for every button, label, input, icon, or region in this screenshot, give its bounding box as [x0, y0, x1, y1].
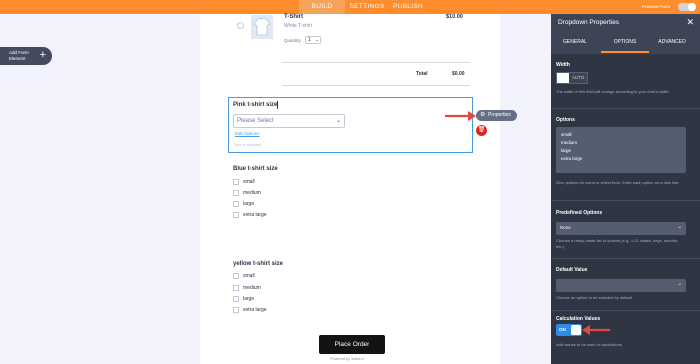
option-label: extra large	[243, 212, 267, 218]
checkbox[interactable]	[233, 190, 239, 196]
option-label: large	[243, 201, 255, 207]
product-price: $10.00	[446, 14, 463, 20]
sublabel-placeholder[interactable]: Type a sublabel	[233, 142, 261, 147]
options-description: Give options for users to select from. E…	[556, 180, 680, 185]
place-order-button[interactable]: Place Order	[319, 335, 385, 354]
options-textarea[interactable]: small medium large extra large	[556, 127, 686, 173]
width-auto-toggle[interactable]: AUTO	[556, 72, 588, 84]
divider	[282, 62, 470, 63]
chevron-down-icon: ⌄	[315, 37, 319, 42]
text-cursor	[277, 101, 278, 109]
quantity-value: 1	[308, 37, 311, 43]
left-workspace: Add Form Element +	[0, 14, 60, 364]
tab-settings[interactable]: SETTINGS	[345, 0, 389, 14]
tshirt-product-image	[251, 15, 273, 39]
properties-button[interactable]: ⚙ Properties	[476, 110, 517, 121]
divider	[551, 108, 700, 109]
preview-form-toggle[interactable]	[678, 3, 696, 11]
toggle-knob	[557, 73, 569, 83]
checkbox[interactable]	[233, 285, 239, 291]
option-line: medium	[561, 140, 578, 145]
panel-title: Dropdown Properties	[558, 19, 620, 26]
toggle-state: ON	[559, 327, 566, 332]
option-label: small	[243, 179, 255, 185]
width-description: The width of this field will change acco…	[556, 89, 670, 94]
product-subtitle: White T-shirt	[284, 23, 312, 29]
tab-general[interactable]: GENERAL	[563, 39, 587, 45]
trash-icon: 🗑	[477, 127, 486, 133]
plus-icon: +	[39, 49, 46, 61]
divider	[551, 310, 700, 311]
powered-by-text: Powered by Jotform	[330, 357, 364, 361]
calculation-values-title: Calculation Values	[556, 316, 601, 322]
active-tab-indicator	[601, 51, 649, 53]
option-line: extra large	[561, 156, 583, 161]
pink-field-label[interactable]: Pink t-shirt size	[233, 102, 277, 108]
panel-header: Dropdown Properties ✕	[551, 14, 700, 32]
option-label: small	[243, 273, 255, 279]
quantity-select[interactable]: 1 ⌄	[305, 36, 321, 44]
panel-tabs: GENERAL OPTIONS ADVANCED	[551, 32, 700, 54]
total-label: Total	[416, 71, 428, 77]
default-value-title: Default Value	[556, 267, 588, 273]
chevron-down-icon: ⌄	[677, 224, 682, 230]
yellow-field-label: yellow t-shirt size	[233, 261, 284, 267]
chevron-down-icon: ⌄	[335, 118, 341, 124]
default-value-description: Choose an option to be selected by defau…	[556, 295, 632, 300]
calculation-values-toggle[interactable]: ON	[556, 324, 582, 336]
calculation-description: Add values to be used in calculations	[556, 342, 622, 347]
predefined-options-title: Predefined Options	[556, 210, 603, 216]
tab-publish[interactable]: PUBLISH	[389, 0, 427, 14]
delete-field-button[interactable]: 🗑	[476, 125, 487, 136]
checkbox[interactable]	[233, 296, 239, 302]
predefined-description: Choose a ready-made list of options (e.g…	[556, 238, 679, 249]
width-value: AUTO	[572, 75, 585, 80]
option-line: small	[561, 132, 572, 137]
default-value-select[interactable]: ⌄	[556, 279, 686, 292]
checkbox[interactable]	[233, 273, 239, 279]
checkbox[interactable]	[233, 201, 239, 207]
option-label: large	[243, 296, 255, 302]
tab-options[interactable]: OPTIONS	[611, 39, 639, 45]
options-title: Options	[556, 117, 575, 123]
properties-panel: Dropdown Properties ✕ GENERAL OPTIONS AD…	[551, 14, 700, 364]
blue-field-label: Blue t-shirt size	[233, 166, 278, 172]
tab-build[interactable]: BUILD	[299, 0, 345, 14]
chevron-down-icon: ⌄	[677, 281, 682, 287]
divider	[551, 200, 700, 201]
dropdown-placeholder: Please Select	[237, 118, 274, 124]
gear-icon: ⚙	[480, 112, 486, 118]
toggle-knob	[571, 325, 581, 335]
quantity-label: Quantity	[284, 38, 301, 43]
add-form-element-button[interactable]: Add Form Element +	[0, 47, 52, 65]
product-name: T-Shirt	[284, 14, 303, 20]
tshirt-icon	[253, 17, 271, 36]
tab-advanced[interactable]: ADVANCED	[656, 39, 688, 45]
checkbox[interactable]	[233, 212, 239, 218]
checkbox[interactable]	[233, 179, 239, 185]
edit-options-link[interactable]: Edit Options	[235, 131, 260, 136]
product-radio[interactable]	[237, 22, 244, 29]
top-navigation-bar: BUILD SETTINGS PUBLISH Preview Form	[0, 0, 700, 14]
option-label: medium	[243, 285, 261, 291]
close-icon[interactable]: ✕	[686, 17, 694, 27]
pink-size-dropdown[interactable]: Please Select ⌄	[233, 114, 345, 128]
width-title: Width	[556, 62, 570, 68]
properties-label: Properties	[488, 112, 511, 118]
predefined-value: None	[560, 225, 571, 230]
option-line: large	[561, 148, 572, 153]
option-label: extra large	[243, 307, 267, 313]
divider	[282, 85, 470, 86]
option-label: medium	[243, 190, 261, 196]
preview-form-label: Preview Form	[642, 4, 670, 9]
checkbox[interactable]	[233, 307, 239, 313]
divider	[551, 258, 700, 259]
total-value: $0.00	[452, 71, 465, 77]
predefined-options-select[interactable]: None ⌄	[556, 222, 686, 235]
